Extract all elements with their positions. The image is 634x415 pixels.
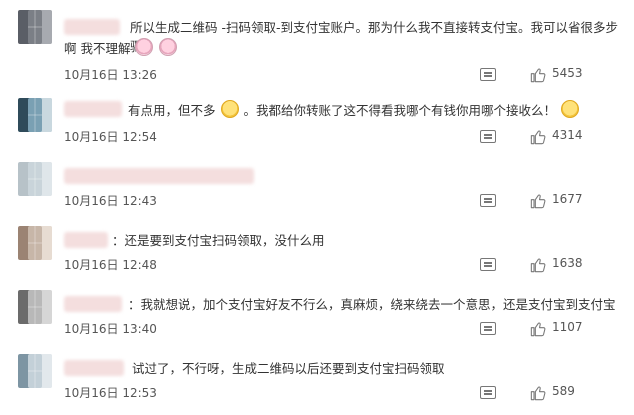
username[interactable] — [64, 101, 122, 117]
comment-actions: 1677 — [480, 192, 620, 210]
username[interactable] — [64, 168, 254, 184]
username[interactable] — [64, 296, 122, 312]
avatar[interactable] — [18, 162, 52, 196]
comment-actions: 589 — [480, 384, 620, 402]
comment-text-line: 。我都给你转账了这不得看我哪个有钱你用哪个接收么！ — [243, 103, 556, 118]
like-count: 589 — [552, 384, 575, 398]
reply-icon[interactable] — [480, 130, 496, 143]
reply-icon[interactable] — [480, 194, 496, 207]
comment-text: 啊 我不理解 — [64, 38, 604, 58]
comment-actions: 4314 — [480, 128, 620, 146]
username[interactable] — [64, 360, 124, 376]
thumbs-up-icon[interactable] — [530, 257, 546, 273]
thumbs-up-icon[interactable] — [530, 321, 546, 337]
comment-text-line: ：还是要到支付宝扫码领取，没什么用 — [112, 233, 325, 248]
comment-text-line: 啊 我不理解 — [64, 41, 131, 56]
comment-text-line: 试过了，不行呀，生成二维码以后还要到支付宝扫码领取 — [132, 361, 445, 376]
comment-actions: 1107 — [480, 320, 620, 338]
avatar[interactable] — [18, 98, 52, 132]
thumbs-up-icon[interactable] — [530, 129, 546, 145]
username[interactable] — [64, 232, 108, 248]
like-count: 1677 — [552, 192, 583, 206]
reply-icon[interactable] — [480, 322, 496, 335]
like-count: 1638 — [552, 256, 583, 270]
username[interactable] — [64, 19, 120, 35]
comment-timestamp: 10月16日 12:54 — [64, 130, 157, 144]
comment-text: 试过了，不行呀，生成二维码以后还要到支付宝扫码领取 — [132, 359, 612, 378]
comment-text: ：我就想说，加个支付宝好友不行么，真麻烦，绕来绕去一个意思，还是支付宝到支付宝 — [128, 295, 628, 314]
comment-text-line: 有点用，但不多 — [128, 103, 216, 118]
avatar[interactable] — [18, 10, 52, 44]
comment-actions: 5453 — [480, 66, 620, 84]
reply-icon[interactable] — [480, 258, 496, 271]
reply-icon[interactable] — [480, 386, 496, 399]
comment-timestamp: 10月16日 13:40 — [64, 322, 157, 336]
pig-face-emoji — [135, 38, 154, 56]
like-count: 1107 — [552, 320, 583, 334]
avatar[interactable] — [18, 226, 52, 260]
avatar[interactable] — [18, 354, 52, 388]
comment-timestamp: 10月16日 13:26 — [64, 68, 157, 82]
comment-timestamp: 10月16日 12:48 — [64, 258, 157, 272]
thumbs-up-icon[interactable] — [530, 193, 546, 209]
comment-text: 有点用，但不多 。我都给你转账了这不得看我哪个有钱你用哪个接收么！ — [128, 100, 618, 120]
comment-timestamp: 10月16日 12:53 — [64, 386, 157, 400]
like-count: 5453 — [552, 66, 583, 80]
comment-timestamp: 10月16日 12:43 — [64, 194, 157, 208]
yum-face-emoji — [560, 100, 579, 118]
yum-face-emoji — [220, 100, 239, 118]
comment-text-line: ：我就想说，加个支付宝好友不行么，真麻烦，绕来绕去一个意思，还是支付宝到支付宝 — [128, 297, 616, 312]
thumbs-up-icon[interactable] — [530, 67, 546, 83]
reply-icon[interactable] — [480, 68, 496, 81]
comment-text: ：还是要到支付宝扫码领取，没什么用 — [112, 231, 612, 250]
thumbs-up-icon[interactable] — [530, 385, 546, 401]
comment-actions: 1638 — [480, 256, 620, 274]
avatar[interactable] — [18, 290, 52, 324]
like-count: 4314 — [552, 128, 583, 142]
pig-face-emoji — [159, 38, 178, 56]
